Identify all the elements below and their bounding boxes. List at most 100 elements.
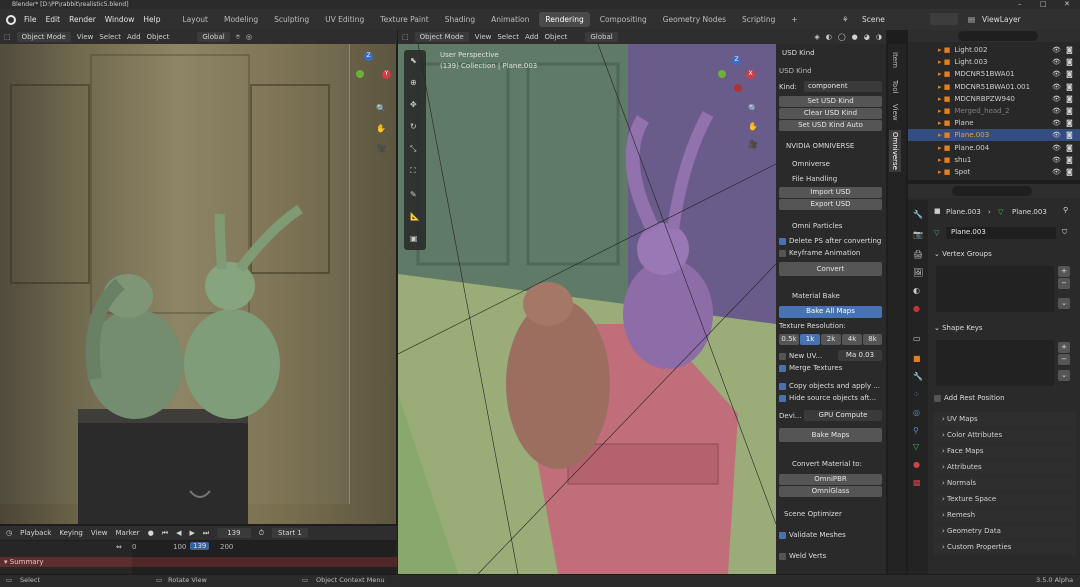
outliner-row[interactable]: ▸ ■ Light.002 👁 ◙ bbox=[908, 44, 1080, 56]
panel-face-maps[interactable]: › Face Maps bbox=[934, 444, 1076, 459]
tab-scripting[interactable]: Scripting bbox=[736, 12, 781, 27]
visibility-eye-icon[interactable]: 👁 bbox=[1052, 83, 1061, 91]
zoom-icon[interactable]: 🔍 bbox=[376, 104, 386, 113]
mode-selector[interactable]: Object Mode bbox=[414, 32, 469, 42]
panel-geometry-data[interactable]: › Geometry Data bbox=[934, 524, 1076, 539]
render-icon[interactable]: 📷 bbox=[913, 230, 923, 239]
visibility-eye-icon[interactable]: 👁 bbox=[1052, 168, 1061, 176]
select-box-icon[interactable]: ⬉ bbox=[410, 56, 417, 65]
weld-verts-checkbox[interactable]: Weld Verts bbox=[779, 552, 826, 560]
menu-add[interactable]: Add bbox=[127, 33, 141, 41]
outliner-row[interactable]: ▸ ■ shu1 👁 ◙ bbox=[908, 154, 1080, 166]
render-camera-icon[interactable]: ◙ bbox=[1066, 119, 1073, 127]
overlay-icon[interactable]: ◐ bbox=[826, 33, 832, 41]
omniglass-button[interactable]: OmniGlass bbox=[779, 486, 882, 497]
collection-icon[interactable]: ▭ bbox=[913, 334, 921, 343]
shape-keys-menu-button[interactable]: ⌄ bbox=[1058, 370, 1070, 381]
outliner-row[interactable]: ▸ ■ Plane.004 👁 ◙ bbox=[908, 142, 1080, 154]
panel-remesh[interactable]: › Remesh bbox=[934, 508, 1076, 523]
orientation-selector[interactable]: Global bbox=[197, 32, 230, 42]
panel-custom-properties[interactable]: › Custom Properties bbox=[934, 540, 1076, 555]
panel-color-attributes[interactable]: › Color Attributes bbox=[934, 428, 1076, 443]
scene-selector[interactable]: Scene bbox=[862, 15, 885, 24]
menu-window[interactable]: Window bbox=[105, 15, 135, 24]
view-layer-icon[interactable]: 🖼 bbox=[913, 268, 923, 277]
new-uv-checkbox[interactable]: New UV... bbox=[779, 352, 822, 360]
material-shading-icon[interactable]: ◕ bbox=[864, 33, 870, 41]
outliner-row[interactable]: ▸ ■ Plane.003 👁 ◙ bbox=[908, 129, 1080, 142]
set-usd-kind-auto-button[interactable]: Set USD Kind Auto bbox=[779, 120, 882, 131]
object-icon[interactable]: ■ bbox=[913, 354, 921, 363]
add-shape-key-button[interactable]: + bbox=[1058, 342, 1070, 353]
play-icon[interactable]: ▶ bbox=[190, 529, 195, 537]
menu-help[interactable]: Help bbox=[143, 15, 160, 24]
tool-icon[interactable]: 🔧 bbox=[913, 210, 923, 219]
timeline-area[interactable]: ⇔ 0 100 139 200 ▾ Summary bbox=[0, 541, 397, 574]
vertex-groups-menu-button[interactable]: ⌄ bbox=[1058, 298, 1070, 309]
start-frame-field[interactable]: Start 1 bbox=[272, 528, 308, 538]
visibility-eye-icon[interactable]: 👁 bbox=[1052, 156, 1061, 164]
tab-omniverse[interactable]: Omniverse bbox=[889, 130, 901, 172]
add-workspace-button[interactable]: + bbox=[785, 12, 803, 27]
bake-all-maps-toggle[interactable]: Bake All Maps bbox=[779, 306, 882, 318]
camera-icon[interactable]: 🎥 bbox=[376, 144, 386, 153]
render-camera-icon[interactable]: ◙ bbox=[1066, 107, 1073, 115]
output-icon[interactable]: 🖨 bbox=[913, 250, 923, 259]
gizmo-y-icon[interactable] bbox=[718, 70, 726, 78]
visibility-eye-icon[interactable]: 👁 bbox=[1052, 131, 1061, 139]
bake-maps-button[interactable]: Bake Maps bbox=[779, 428, 882, 442]
vertex-groups-header[interactable]: ⌄ Vertex Groups bbox=[934, 250, 992, 258]
orientation-selector[interactable]: Global bbox=[585, 32, 618, 42]
gizmo-x-icon[interactable]: Y bbox=[382, 70, 391, 79]
validate-meshes-checkbox[interactable]: Validate Meshes bbox=[779, 531, 846, 539]
measure-icon[interactable]: 📐 bbox=[410, 212, 420, 221]
editor-type-icon[interactable]: ⬚ bbox=[4, 33, 11, 41]
outliner-row[interactable]: ▸ ■ Light.003 👁 ◙ bbox=[908, 56, 1080, 68]
usd-kind-header[interactable]: USD Kind bbox=[782, 49, 815, 57]
texture-icon[interactable]: ▩ bbox=[913, 478, 921, 487]
set-usd-kind-button[interactable]: Set USD Kind bbox=[779, 96, 882, 107]
keyframe-animation-checkbox[interactable]: Keyframe Animation bbox=[779, 249, 860, 257]
rotate-icon[interactable]: ↻ bbox=[410, 122, 417, 131]
camera-icon[interactable]: 🎥 bbox=[748, 140, 758, 149]
tab-sculpting[interactable]: Sculpting bbox=[268, 12, 315, 27]
res-8k-button[interactable]: 8k bbox=[863, 334, 882, 345]
modifier-icon[interactable]: 🔧 bbox=[913, 372, 923, 381]
tab-view[interactable]: View bbox=[891, 104, 899, 121]
rendered-shading-icon[interactable]: ◑ bbox=[876, 33, 882, 41]
hide-source-checkbox[interactable]: Hide source objects aft... bbox=[779, 394, 876, 402]
tab-compositing[interactable]: Compositing bbox=[594, 12, 653, 27]
material-bake-header[interactable]: Material Bake bbox=[792, 292, 840, 300]
visibility-eye-icon[interactable]: 👁 bbox=[1052, 46, 1061, 54]
tab-layout[interactable]: Layout bbox=[176, 12, 214, 27]
wireframe-shading-icon[interactable]: ◯ bbox=[838, 33, 846, 41]
menu-select[interactable]: Select bbox=[497, 33, 519, 41]
world-icon[interactable]: ● bbox=[913, 304, 920, 313]
zoom-icon[interactable]: 🔍 bbox=[748, 104, 758, 113]
render-camera-icon[interactable]: ◙ bbox=[1066, 131, 1073, 139]
solid-shading-icon[interactable]: ● bbox=[852, 33, 858, 41]
scene-optimizer-header[interactable]: Scene Optimizer bbox=[784, 510, 842, 518]
current-frame-field[interactable]: 139 bbox=[217, 528, 251, 538]
pin-icon[interactable]: ⚲ bbox=[1063, 206, 1068, 214]
nvidia-omniverse-header[interactable]: NVIDIA OMNIVERSE bbox=[786, 142, 854, 150]
device-dropdown[interactable]: GPU Compute bbox=[804, 410, 882, 421]
kind-dropdown[interactable]: component bbox=[804, 81, 882, 92]
visibility-eye-icon[interactable]: 👁 bbox=[1052, 119, 1061, 127]
shape-keys-list[interactable] bbox=[936, 340, 1054, 386]
panel-uv-maps[interactable]: › UV Maps bbox=[934, 412, 1076, 427]
remove-shape-key-button[interactable]: − bbox=[1058, 354, 1070, 365]
import-usd-button[interactable]: Import USD bbox=[779, 187, 882, 198]
physics-icon[interactable]: ◎ bbox=[913, 408, 920, 417]
gizmo-x-icon[interactable]: X bbox=[746, 70, 755, 79]
tab-item[interactable]: Item bbox=[891, 52, 899, 68]
navigation-gizmo[interactable]: Z X bbox=[718, 56, 758, 96]
render-camera-icon[interactable]: ◙ bbox=[1066, 144, 1073, 152]
mode-selector[interactable]: Object Mode bbox=[16, 32, 71, 42]
particles-icon[interactable]: ⁘ bbox=[913, 390, 920, 399]
render-camera-icon[interactable]: ◙ bbox=[1066, 95, 1073, 103]
jump-end-icon[interactable]: ⏭ bbox=[203, 529, 209, 538]
outliner-row[interactable]: ▸ ■ Merged_head_2 👁 ◙ bbox=[908, 105, 1080, 117]
scale-icon[interactable]: ⤡ bbox=[410, 144, 416, 154]
blender-logo-icon[interactable] bbox=[6, 14, 16, 25]
